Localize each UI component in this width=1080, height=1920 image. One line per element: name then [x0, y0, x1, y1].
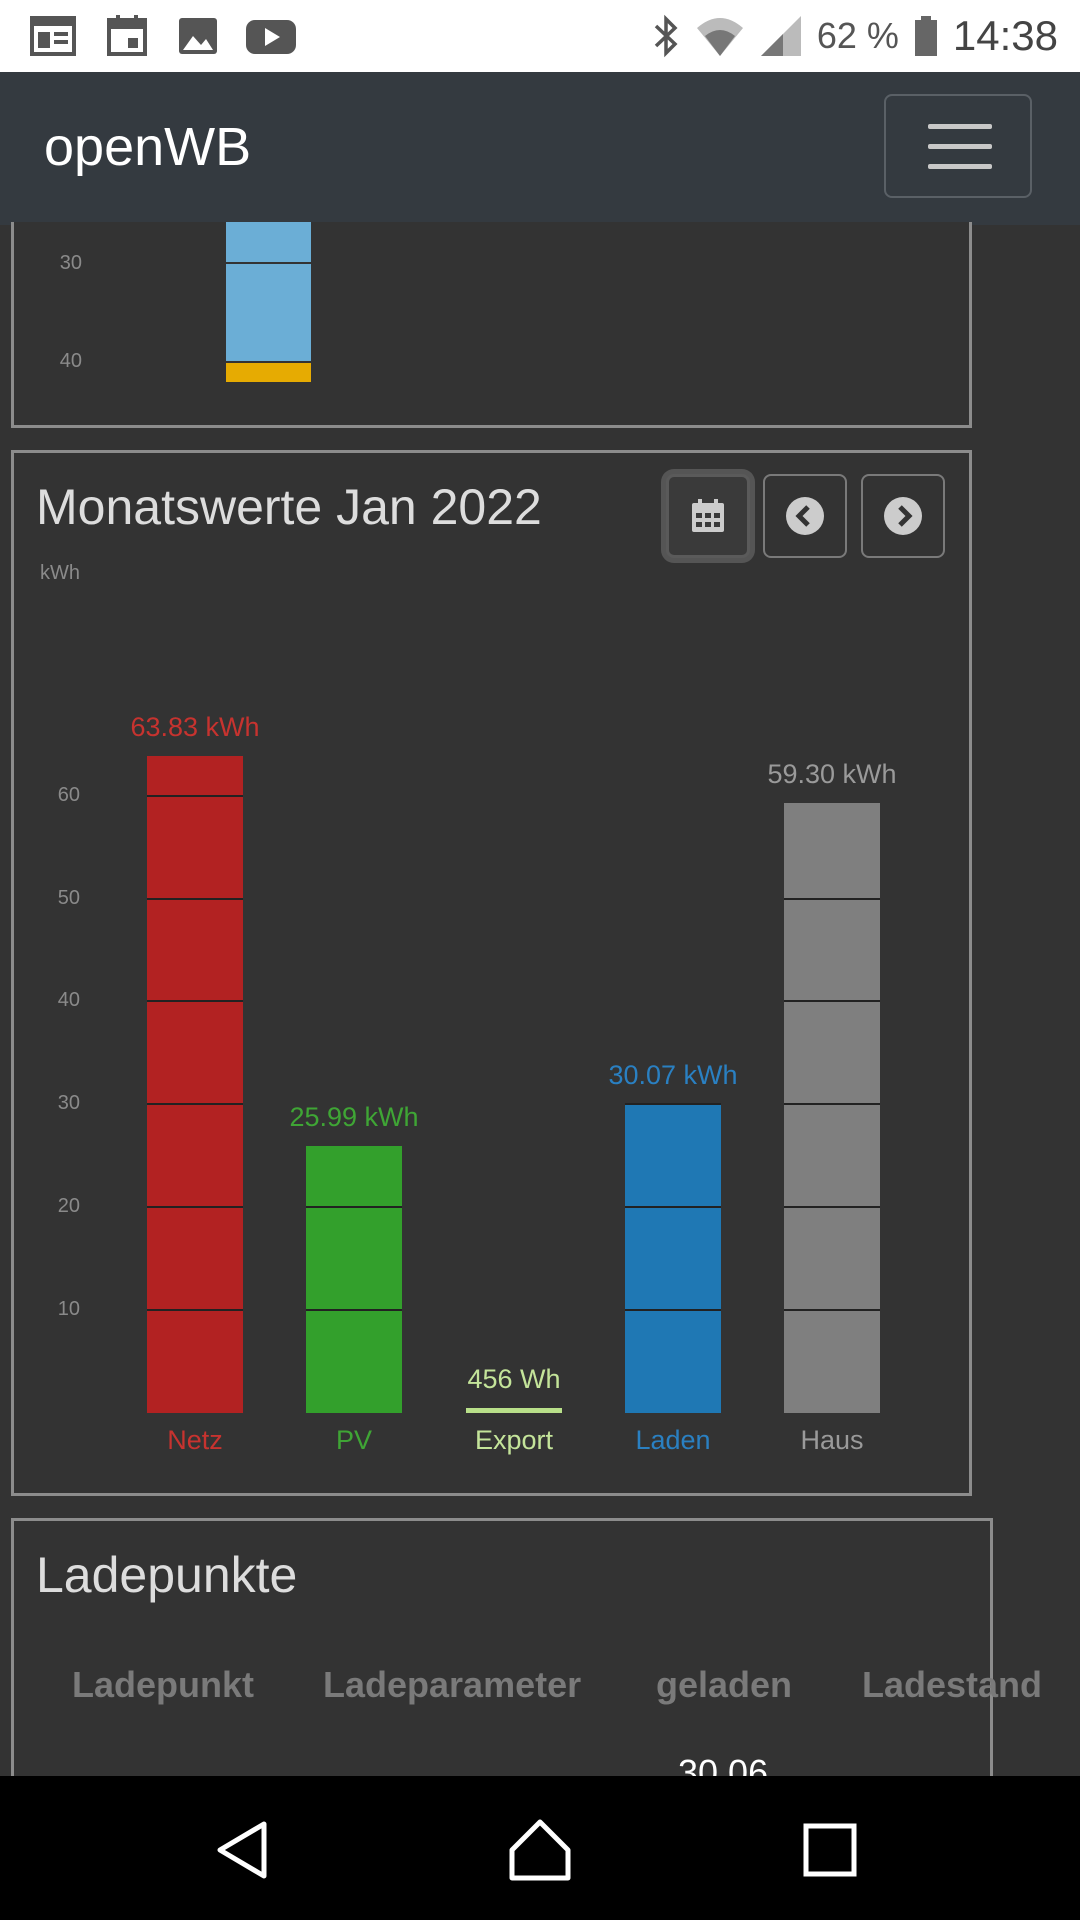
gridline: [784, 1000, 880, 1003]
gridline: [625, 1309, 721, 1312]
data-label: 63.83 kWh: [130, 712, 260, 743]
gridline: [784, 1206, 880, 1209]
gridline: [147, 1103, 243, 1106]
gridline: [147, 1206, 243, 1209]
calendar-icon: [692, 499, 724, 532]
category-label: Export: [474, 1425, 554, 1455]
gridline: [784, 897, 880, 900]
gridline: [147, 1309, 243, 1312]
gridline: [147, 794, 243, 797]
gridline: [147, 1000, 243, 1003]
data-label: 25.99 kWh: [289, 1101, 419, 1132]
y-tick: 40: [57, 989, 80, 1012]
chevron-left-icon: [786, 497, 824, 535]
y-tick: 30: [57, 1092, 80, 1115]
gridline: [625, 1103, 721, 1106]
category-label: PV: [335, 1425, 373, 1455]
bluetooth-icon: [654, 14, 678, 58]
recents-icon[interactable]: [802, 1822, 858, 1878]
y-tick: 20: [57, 1195, 80, 1218]
gridline: [147, 897, 243, 900]
calendar-button[interactable]: [666, 474, 750, 558]
clock: 14:38: [952, 12, 1058, 59]
column-header-ladestand[interactable]: Ladestand: [862, 1664, 1042, 1706]
gridline: [784, 1309, 880, 1312]
hamburger-icon-line: [928, 164, 992, 169]
wifi-icon: [696, 18, 743, 56]
status-bar: 62 % 14:38: [0, 0, 1080, 72]
category-label: Haus: [800, 1425, 864, 1455]
battery-icon: [914, 16, 937, 56]
category-label: Laden: [635, 1425, 711, 1455]
bar-export[interactable]: [466, 1408, 562, 1413]
data-label: 456 Wh: [467, 1364, 561, 1395]
column-header-ladeparameter[interactable]: Ladeparameter: [323, 1664, 581, 1706]
hamburger-icon: [928, 124, 992, 129]
chart-bar-partial: [226, 222, 311, 362]
bar-netz[interactable]: [147, 756, 243, 1413]
gridline: [306, 1309, 402, 1312]
brand-logo[interactable]: openWB: [44, 116, 251, 178]
y-tick: 50: [57, 886, 80, 909]
top-navbar: openWB: [0, 72, 1080, 225]
data-label: 59.30 kWh: [767, 758, 897, 789]
y-tick: 60: [57, 783, 80, 806]
news-icon: [30, 16, 76, 56]
home-icon[interactable]: [508, 1818, 572, 1882]
back-icon[interactable]: [212, 1820, 272, 1880]
previous-month-button[interactable]: [763, 474, 847, 558]
youtube-icon: [246, 20, 296, 54]
image-icon: [179, 18, 217, 54]
gridline: [226, 262, 311, 264]
y-tick: 30: [59, 252, 82, 274]
signal-icon: [760, 16, 801, 56]
monthly-title: Monatswerte Jan 2022: [36, 479, 542, 535]
y-axis-unit: kWh: [40, 562, 80, 584]
ladepunkte-title: Ladepunkte: [36, 1547, 298, 1603]
gridline: [625, 1206, 721, 1209]
chart-bar-segment: [226, 363, 311, 382]
y-tick: 10: [57, 1298, 80, 1321]
bar-pv[interactable]: [306, 1145, 402, 1413]
chevron-right-icon: [884, 497, 922, 535]
android-navigation-bar: [0, 1776, 1080, 1920]
category-label: Netz: [167, 1425, 223, 1455]
y-tick: 40: [59, 350, 82, 372]
bar-haus[interactable]: [784, 802, 880, 1413]
column-header-geladen[interactable]: geladen: [656, 1664, 792, 1706]
column-header-ladepunkt[interactable]: Ladepunkt: [72, 1664, 254, 1706]
gridline: [306, 1206, 402, 1209]
calendar-icon: [107, 15, 147, 56]
gridline: [784, 1103, 880, 1106]
bar-laden[interactable]: [625, 1103, 721, 1413]
hamburger-icon-line: [928, 144, 992, 149]
data-label: 30.07 kWh: [608, 1059, 738, 1090]
menu-button[interactable]: [884, 94, 1032, 198]
previous-chart-card: 30 40: [11, 222, 972, 428]
next-month-button[interactable]: [861, 474, 945, 558]
battery-percent: 62 %: [816, 15, 899, 56]
